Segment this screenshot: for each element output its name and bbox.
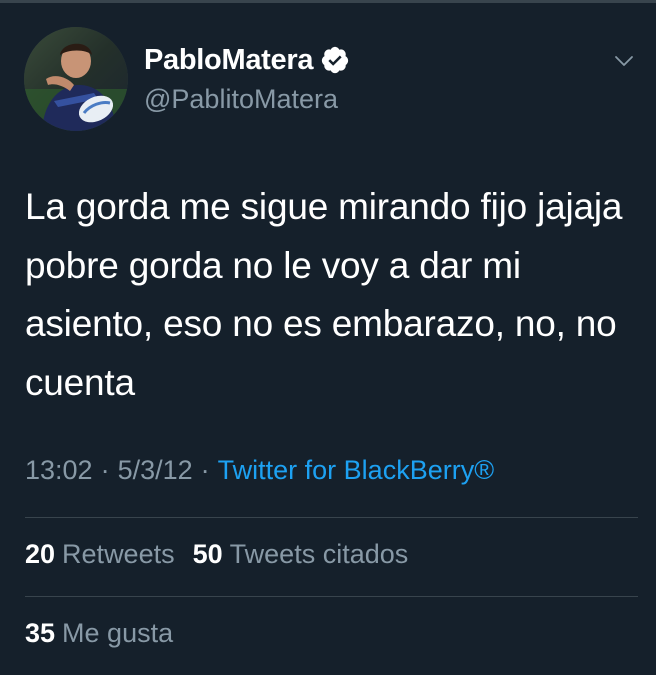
divider (25, 517, 638, 518)
retweets-stat[interactable]: 20 Retweets (25, 539, 175, 570)
engagement-stats: 20 Retweets 50 Tweets citados (25, 539, 408, 570)
quotes-label: Tweets citados (229, 539, 409, 569)
name-row: PabloMatera (144, 40, 350, 80)
tweet-date[interactable]: 5/3/12 (118, 455, 193, 486)
quotes-stat[interactable]: 50 Tweets citados (193, 539, 409, 570)
handle[interactable]: @PablitoMatera (144, 84, 350, 115)
likes-label: Me gusta (62, 618, 174, 648)
tweet-card: PabloMatera @PablitoMatera La gorda me s… (0, 0, 656, 675)
likes-count: 35 (25, 618, 56, 648)
retweets-label: Retweets (62, 539, 175, 569)
author-info: PabloMatera @PablitoMatera (144, 40, 350, 115)
tweet-time[interactable]: 13:02 (25, 455, 93, 486)
quotes-count: 50 (192, 539, 223, 569)
tweet-meta: 13:02 · 5/3/12 · Twitter for BlackBerry® (25, 455, 494, 486)
tweet-source-link[interactable]: Twitter for BlackBerry® (218, 455, 494, 486)
tweet-text: La gorda me sigue mirando fijo jajaja po… (25, 186, 623, 403)
retweets-count: 20 (25, 539, 56, 569)
display-name[interactable]: PabloMatera (144, 44, 313, 77)
verified-badge-icon (320, 45, 350, 75)
meta-separator: · (100, 455, 110, 485)
avatar[interactable] (24, 27, 128, 131)
likes-stats: 35 Me gusta (25, 618, 173, 649)
likes-stat[interactable]: 35 Me gusta (25, 618, 173, 649)
divider (25, 596, 638, 597)
meta-separator: · (200, 455, 210, 485)
profile-avatar-icon (24, 27, 128, 131)
chevron-down-icon[interactable] (612, 49, 636, 73)
